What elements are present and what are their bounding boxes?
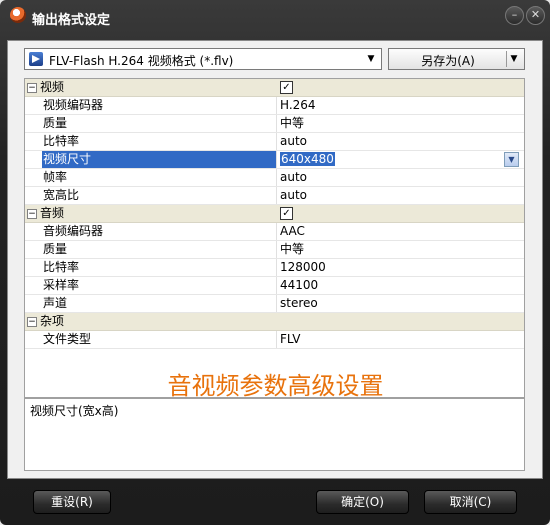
- chevron-down-icon[interactable]: ▼: [506, 51, 522, 67]
- format-select-value: FLV-Flash H.264 视频格式 (*.flv): [49, 54, 234, 68]
- property-row[interactable]: 比特率 auto: [25, 133, 524, 151]
- row-gutter: [25, 295, 39, 312]
- property-row[interactable]: 声道 stereo: [25, 295, 524, 313]
- video-format-icon: [29, 52, 43, 66]
- property-name: 质量: [42, 241, 277, 258]
- property-row[interactable]: 文件类型 FLV: [25, 331, 524, 349]
- property-name: 视频尺寸: [42, 151, 277, 168]
- category-label: 杂项: [40, 314, 65, 328]
- property-row[interactable]: 视频编码器 H.264: [25, 97, 524, 115]
- collapse-toggle-icon[interactable]: −: [27, 209, 37, 219]
- property-value-text: 中等: [280, 242, 305, 256]
- property-name: 宽高比: [42, 187, 277, 204]
- collapse-toggle-icon[interactable]: −: [27, 83, 37, 93]
- property-value-text: 44100: [280, 278, 319, 292]
- property-name: 音频编码器: [42, 223, 277, 240]
- property-value-text: FLV: [280, 332, 301, 346]
- property-value-text: AAC: [280, 224, 305, 238]
- save-as-button[interactable]: 另存为(A) ▼: [388, 48, 525, 70]
- property-value-text: 128000: [280, 260, 326, 274]
- property-value-text: 640x480: [280, 152, 335, 166]
- property-row[interactable]: 音频编码器 AAC: [25, 223, 524, 241]
- category-label: 视频: [40, 80, 65, 94]
- property-name: 比特率: [42, 259, 277, 276]
- property-name: 声道: [42, 295, 277, 312]
- property-grid: − 视频 ✓ 视频编码器 H.264 质量 中等 比特率 auto 视频尺寸 640x480 ▼ 帧率 a…: [24, 78, 525, 400]
- row-gutter: [25, 259, 39, 276]
- property-value-text: 中等: [280, 116, 305, 130]
- property-value-text: stereo: [280, 296, 318, 310]
- reset-button[interactable]: 重设(R): [33, 490, 111, 514]
- property-value[interactable]: 640x480: [280, 151, 520, 168]
- property-value[interactable]: H.264: [280, 97, 520, 114]
- property-name: 比特率: [42, 133, 277, 150]
- property-row[interactable]: 质量 中等: [25, 241, 524, 259]
- property-name: 文件类型: [42, 331, 277, 348]
- window-title: 输出格式设定: [32, 13, 111, 28]
- property-row[interactable]: 帧率 auto: [25, 169, 524, 187]
- row-gutter: [25, 241, 39, 258]
- property-value-text: auto: [280, 188, 308, 202]
- property-name: 采样率: [42, 277, 277, 294]
- row-gutter: [25, 223, 39, 240]
- minimize-button[interactable]: –: [505, 6, 524, 25]
- property-value[interactable]: 中等: [280, 241, 520, 258]
- enable-checkbox[interactable]: ✓: [280, 207, 293, 220]
- row-gutter: [25, 331, 39, 348]
- close-icon[interactable]: ✕: [526, 6, 545, 25]
- property-name: 质量: [42, 115, 277, 132]
- row-gutter: [25, 277, 39, 294]
- property-row[interactable]: 采样率 44100: [25, 277, 524, 295]
- cancel-button[interactable]: 取消(C): [424, 490, 517, 514]
- property-name: 帧率: [42, 169, 277, 186]
- row-gutter: [25, 187, 39, 204]
- property-value[interactable]: FLV: [280, 331, 520, 348]
- property-row[interactable]: 宽高比 auto: [25, 187, 524, 205]
- property-description: 视频尺寸(宽x高): [24, 398, 525, 471]
- category-row[interactable]: − 杂项: [25, 313, 524, 331]
- property-value[interactable]: auto: [280, 169, 520, 186]
- property-row[interactable]: 视频尺寸 640x480 ▼: [25, 151, 524, 169]
- category-row[interactable]: − 视频 ✓: [25, 79, 524, 97]
- row-gutter: [25, 97, 39, 114]
- chevron-down-icon[interactable]: ▼: [363, 51, 379, 67]
- collapse-toggle-icon[interactable]: −: [27, 317, 37, 327]
- property-value[interactable]: 中等: [280, 115, 520, 132]
- category-label: 音频: [40, 206, 65, 220]
- output-format-dialog: 输出格式设定 – ✕ FLV-Flash H.264 视频格式 (*.flv) …: [0, 0, 550, 525]
- app-logo-icon: [10, 7, 26, 23]
- property-value[interactable]: AAC: [280, 223, 520, 240]
- property-name: 视频编码器: [42, 97, 277, 114]
- row-gutter: [25, 133, 39, 150]
- property-value[interactable]: 128000: [280, 259, 520, 276]
- format-select[interactable]: FLV-Flash H.264 视频格式 (*.flv) ▼: [24, 48, 382, 70]
- settings-panel: FLV-Flash H.264 视频格式 (*.flv) ▼ 另存为(A) ▼ …: [7, 40, 543, 479]
- property-value[interactable]: 44100: [280, 277, 520, 294]
- row-gutter: [25, 169, 39, 186]
- property-value-text: H.264: [280, 98, 316, 112]
- save-as-label: 另存为(A): [421, 54, 475, 68]
- category-row[interactable]: − 音频 ✓: [25, 205, 524, 223]
- title-bar[interactable]: 输出格式设定 – ✕: [0, 0, 550, 32]
- chevron-down-icon[interactable]: ▼: [504, 152, 519, 167]
- ok-button[interactable]: 确定(O): [316, 490, 409, 514]
- row-gutter: [25, 151, 39, 168]
- row-gutter: [25, 115, 39, 132]
- overlay-caption: 音视频参数高级设置: [167, 372, 384, 400]
- property-value[interactable]: auto: [280, 187, 520, 204]
- property-value-text: auto: [280, 170, 308, 184]
- property-value[interactable]: auto: [280, 133, 520, 150]
- property-row[interactable]: 质量 中等: [25, 115, 524, 133]
- property-value[interactable]: stereo: [280, 295, 520, 312]
- property-row[interactable]: 比特率 128000: [25, 259, 524, 277]
- enable-checkbox[interactable]: ✓: [280, 81, 293, 94]
- property-value-text: auto: [280, 134, 308, 148]
